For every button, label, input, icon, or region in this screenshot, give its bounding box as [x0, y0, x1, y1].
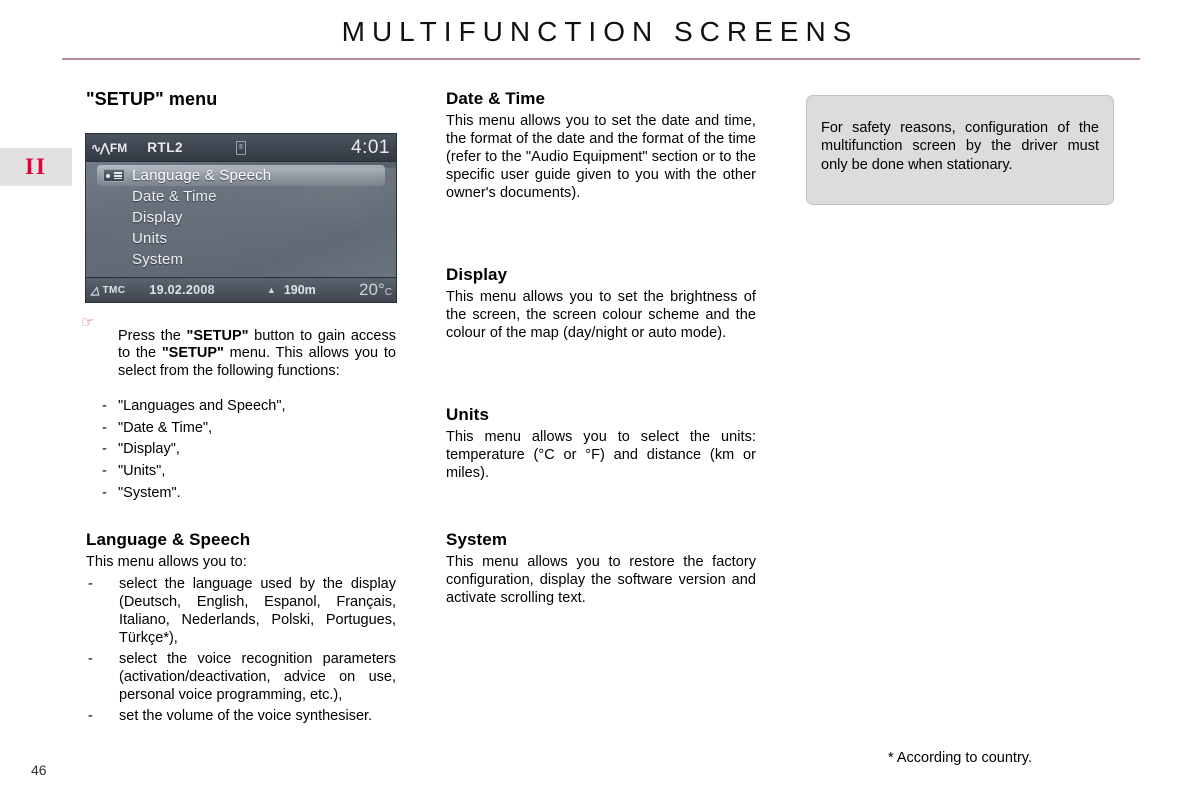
- chapter-tab-label: II: [25, 154, 47, 179]
- safety-notice-box: For safety reasons, configuration of the…: [806, 95, 1114, 205]
- setup-menu-list: Language & Speech Date & Time Display Un…: [86, 165, 396, 270]
- clock-label: 4:01: [351, 136, 390, 158]
- date-time-heading: Date & Time: [446, 89, 546, 108]
- radio-band-label: FM: [109, 140, 128, 155]
- list-item: "Languages and Speech",: [86, 396, 396, 418]
- radio-wave-icon: ∿⋀: [91, 140, 110, 155]
- list-item: set the volume of the voice synthesiser.: [86, 708, 396, 726]
- press-setup-text: Press the "SETUP" button to gain access …: [118, 328, 396, 382]
- setup-menu-heading: "SETUP" menu: [86, 89, 218, 109]
- page-title: MULTIFUNCTION SCREENS: [341, 16, 859, 47]
- altitude-triangle-icon: ▲: [266, 285, 276, 295]
- display-body: This menu allows you to set the brightne…: [446, 289, 756, 342]
- page-number: 46: [31, 762, 47, 778]
- display-heading: Display: [446, 265, 508, 284]
- list-item: "Date & Time",: [86, 418, 396, 440]
- units-body: This menu allows you to select the units…: [446, 429, 756, 482]
- left-column: "SETUP" menu: [86, 88, 396, 115]
- footnote: * According to country.: [887, 750, 1032, 766]
- radio-station-label: RTL2: [147, 140, 183, 155]
- section-system: System This menu allows you to restore t…: [446, 529, 756, 608]
- press-setup-instruction: ☞ Press the "SETUP" button to gain acces…: [81, 313, 396, 505]
- tmc-warning-icon: △: [91, 284, 100, 297]
- device-status-bar-top: ∿⋀ FM RTL2 8 4:01: [86, 134, 396, 162]
- safety-notice-text: For safety reasons, configuration of the…: [821, 120, 1099, 173]
- menu-item-label: System: [132, 251, 184, 268]
- language-speech-heading: Language & Speech: [86, 530, 251, 549]
- battery-icon: 8: [236, 140, 246, 155]
- press-text-1: Press the: [118, 327, 187, 344]
- menu-item-display[interactable]: Display: [86, 207, 396, 228]
- menu-item-date-time[interactable]: Date & Time: [86, 186, 396, 207]
- menu-item-language-speech[interactable]: Language & Speech: [97, 165, 385, 186]
- menu-item-label: Units: [132, 230, 168, 247]
- list-item: "System".: [86, 483, 396, 505]
- press-bold-2: "SETUP": [161, 345, 224, 362]
- date-label: 19.02.2008: [149, 283, 215, 297]
- temperature-unit: C: [384, 287, 392, 298]
- date-time-body: This menu allows you to set the date and…: [446, 113, 756, 202]
- pointing-hand-icon: ☞: [81, 314, 95, 331]
- system-heading: System: [446, 530, 508, 549]
- header-divider: [62, 58, 1140, 60]
- press-bold-1: "SETUP": [186, 327, 249, 344]
- altitude-label: 190m: [283, 283, 316, 297]
- list-item: select the voice recognition parameters …: [86, 651, 396, 705]
- temperature-value: 20°: [359, 280, 385, 299]
- section-units: Units This menu allows you to select the…: [446, 404, 756, 483]
- setup-functions-list: "Languages and Speech", "Date & Time", "…: [86, 396, 396, 505]
- menu-item-label: Language & Speech: [132, 167, 272, 184]
- multifunction-screen-image: ∿⋀ FM RTL2 8 4:01 Language & Speech Date…: [85, 133, 397, 303]
- chapter-tab: II: [0, 148, 72, 186]
- menu-item-system[interactable]: System: [86, 249, 396, 270]
- list-item: "Units",: [86, 461, 396, 483]
- language-speech-intro: This menu allows you to:: [86, 554, 247, 571]
- menu-item-label: Date & Time: [132, 188, 217, 205]
- list-item: "Display",: [86, 439, 396, 461]
- units-heading: Units: [446, 405, 489, 424]
- menu-item-label: Display: [132, 209, 183, 226]
- language-speech-bullets: select the language used by the display …: [86, 576, 396, 726]
- tmc-label: TMC: [102, 284, 126, 296]
- menu-item-units[interactable]: Units: [86, 228, 396, 249]
- section-display: Display This menu allows you to set the …: [446, 264, 756, 343]
- device-status-bar-bottom: △ TMC 19.02.2008 ▲ 190m 20°C: [86, 277, 396, 302]
- system-body: This menu allows you to restore the fact…: [446, 554, 756, 607]
- language-speech-section: Language & Speech This menu allows you t…: [86, 529, 396, 729]
- temperature-label: 20°C: [359, 280, 392, 300]
- section-date-time: Date & Time This menu allows you to set …: [446, 88, 756, 203]
- speech-settings-icon: [103, 169, 125, 182]
- list-item: select the language used by the display …: [86, 576, 396, 648]
